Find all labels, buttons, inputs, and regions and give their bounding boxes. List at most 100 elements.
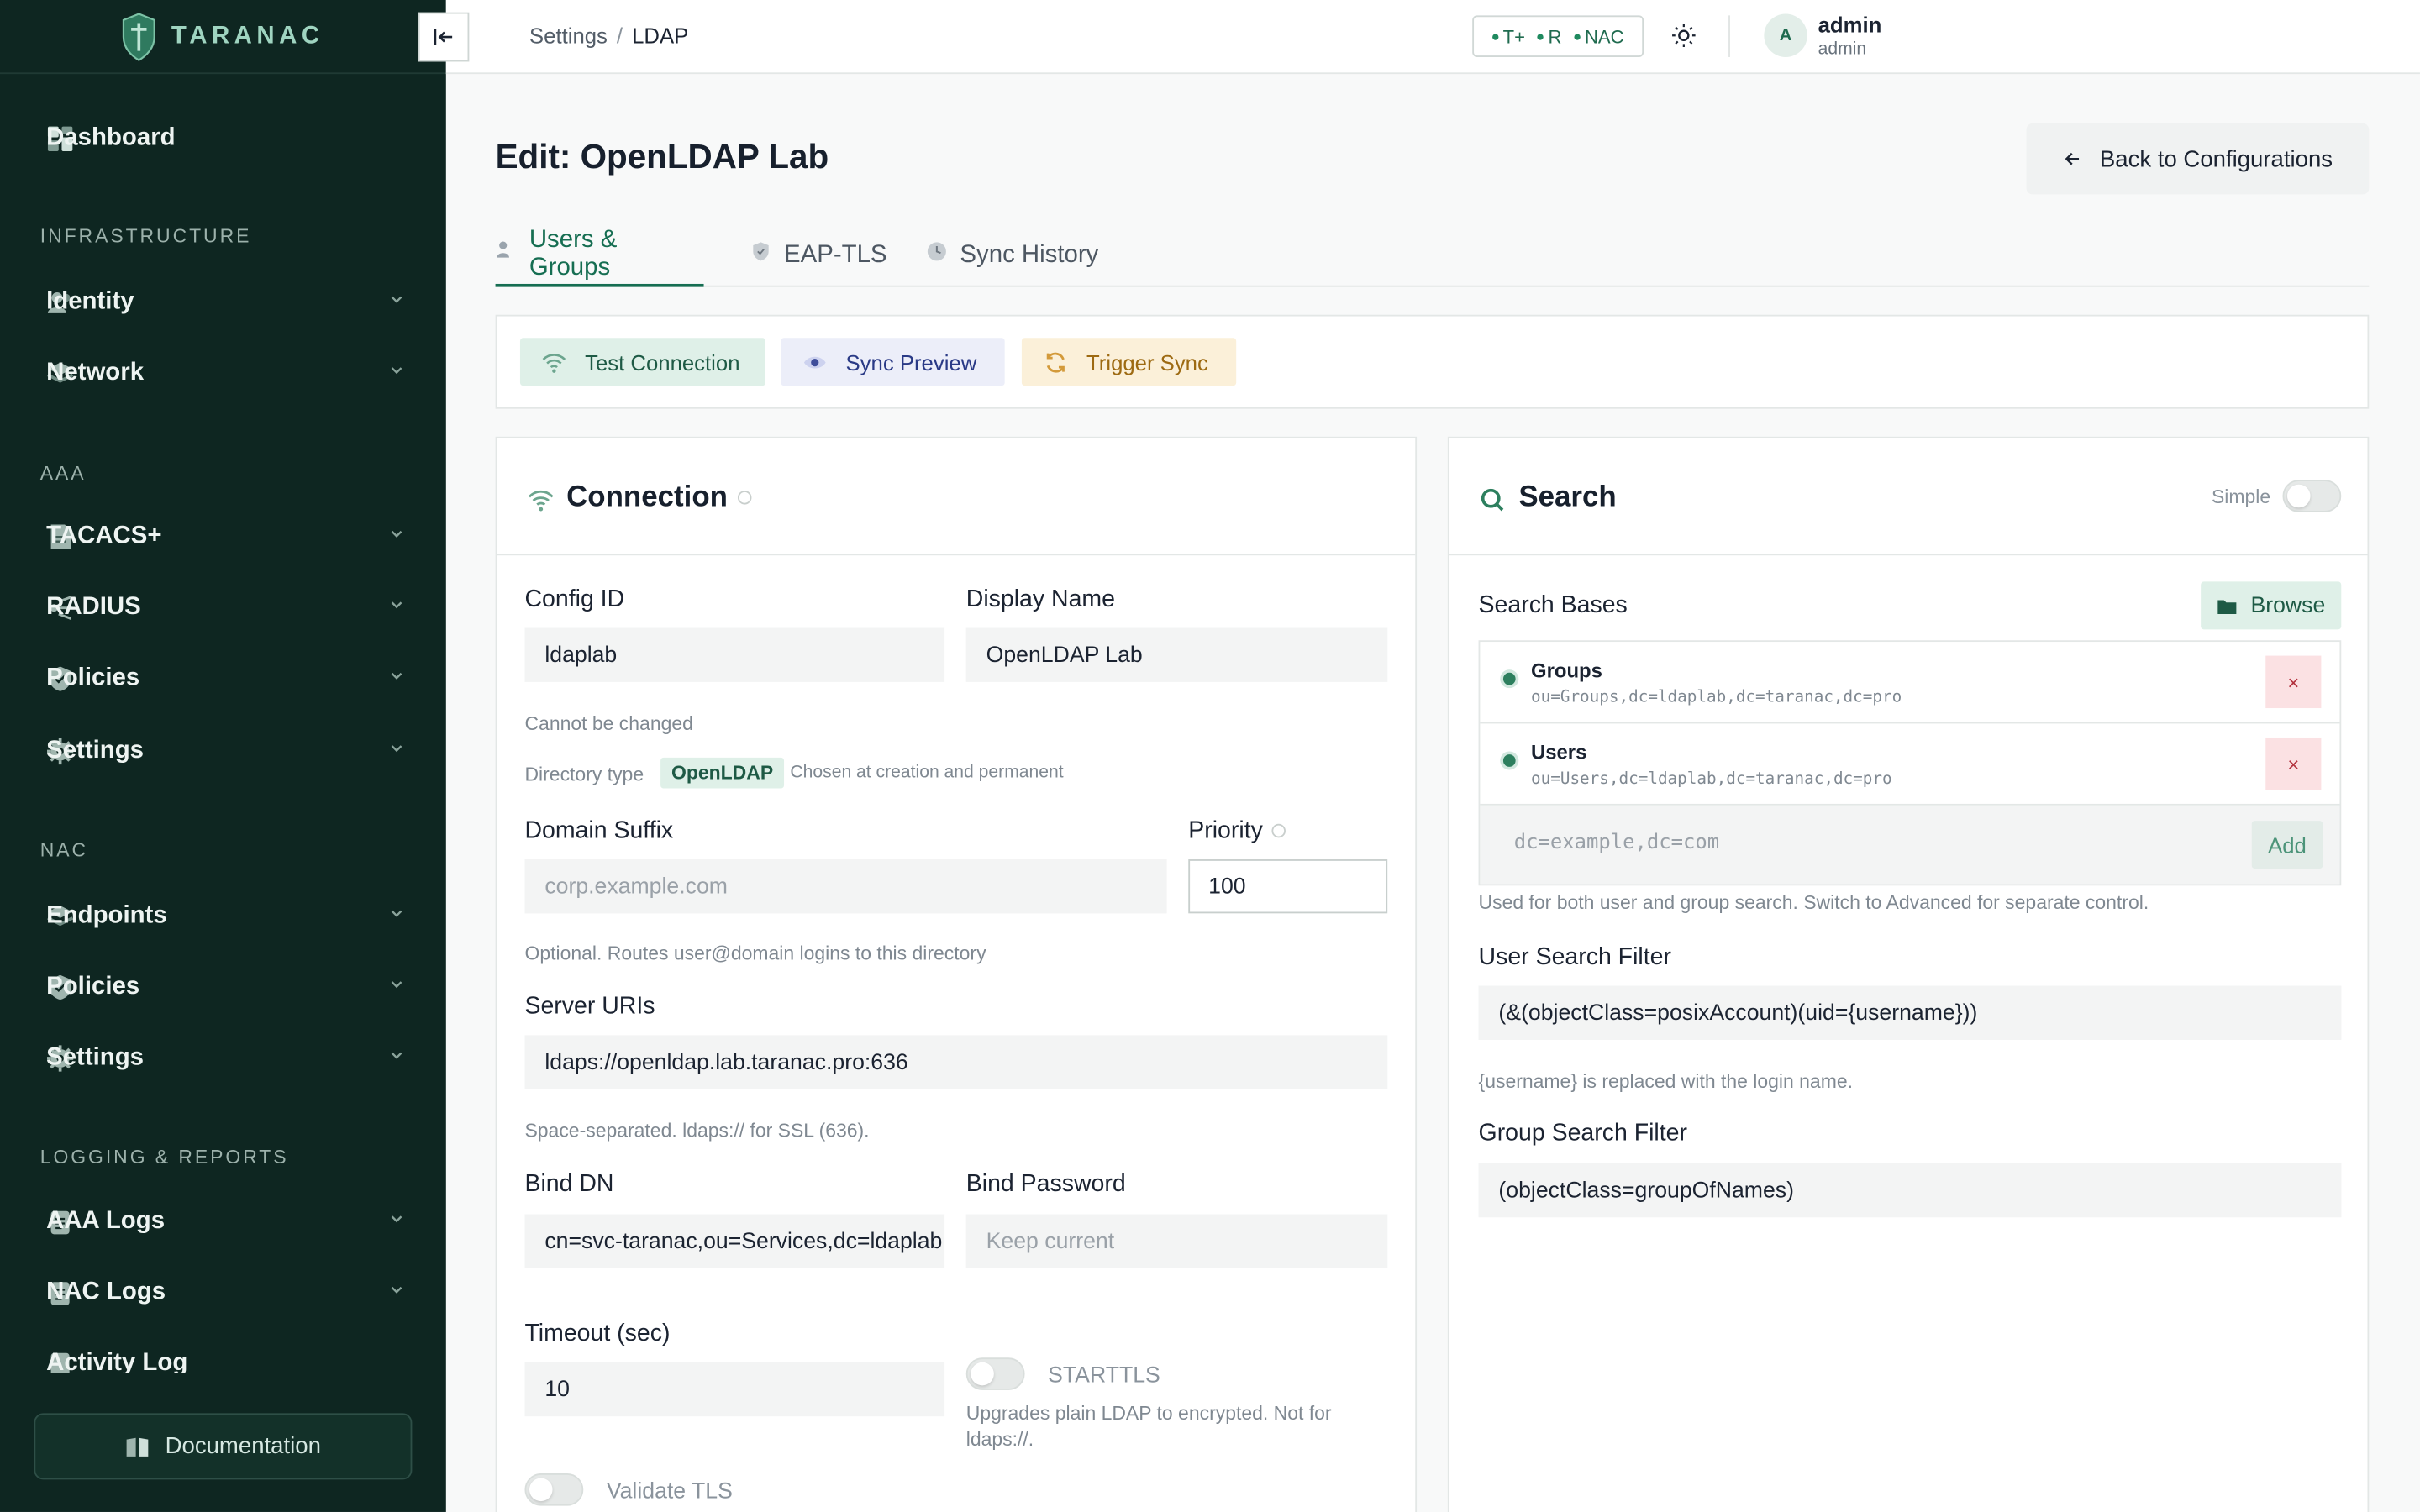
search-mode-toggle[interactable] xyxy=(2282,480,2342,512)
test-connection-label: Test Connection xyxy=(585,349,740,375)
protocol-label: T+ xyxy=(1502,25,1525,48)
breadcrumb-current: LDAP xyxy=(632,23,689,48)
book-icon xyxy=(126,1436,149,1456)
sidebar-item-nac-logs[interactable]: NAC Logs xyxy=(22,1262,426,1323)
bind-password-field[interactable]: Keep current xyxy=(965,1214,1388,1268)
priority-label-text: Priority xyxy=(1188,817,1263,844)
sidebar-item-label: Policies xyxy=(46,664,140,691)
sidebar-item-label: Activity Log xyxy=(46,1350,188,1373)
sidebar-item-label: RADIUS xyxy=(46,594,141,621)
user-name: admin xyxy=(1818,12,1882,38)
protocol-label: NAC xyxy=(1584,25,1624,48)
status-dot xyxy=(1574,34,1581,41)
brand-name: TARANAC xyxy=(171,22,324,49)
info-icon[interactable] xyxy=(1271,824,1286,839)
page-title: Edit: OpenLDAP Lab xyxy=(495,137,829,176)
sidebar-item-nac-policies[interactable]: Policies xyxy=(22,957,426,1018)
sidebar-item-label: Settings xyxy=(46,1044,145,1071)
tab-label: Users & Groups xyxy=(529,226,618,281)
sidebar-item-label: AAA Logs xyxy=(46,1208,166,1235)
timeout-label: Timeout (sec) xyxy=(524,1320,671,1347)
server-uris-hint: Space-separated. ldaps:// for SSL (636). xyxy=(524,1120,870,1142)
domain-suffix-label: Domain Suffix xyxy=(524,817,674,844)
validate-tls-toggle[interactable] xyxy=(524,1473,584,1506)
sidebar-item-aaa-policies[interactable]: Policies xyxy=(22,648,426,709)
protocol-status-badge: T+ R NAC xyxy=(1472,15,1644,57)
sidebar-item-label: Policies xyxy=(46,973,140,1000)
user-filter-hint: {username} is replaced with the login na… xyxy=(1478,1070,1853,1093)
arrow-left-icon xyxy=(2064,152,2079,165)
sidebar-item-aaa-settings[interactable]: Settings xyxy=(22,721,426,782)
group-filter-field[interactable]: (objectClass=groupOfNames) xyxy=(1478,1163,2342,1218)
shield-logo-icon xyxy=(122,12,155,60)
server-uris-field[interactable]: ldaps://openldap.lab.taranac.pro:636 xyxy=(524,1035,1388,1089)
sidebar-item-activity-log[interactable]: Activity Log xyxy=(22,1333,426,1373)
remove-search-base-button[interactable]: × xyxy=(2265,737,2322,790)
browse-button[interactable]: Browse xyxy=(2201,581,2342,630)
search-card-header: Search Simple xyxy=(1449,438,2368,556)
sidebar-item-label: Endpoints xyxy=(46,902,167,929)
tab-label: Sync History xyxy=(960,242,1099,269)
breadcrumb-settings[interactable]: Settings xyxy=(529,24,608,48)
documentation-button[interactable]: Documentation xyxy=(34,1413,413,1480)
sidebar-item-aaa-logs[interactable]: AAA Logs xyxy=(22,1191,426,1252)
wifi-icon xyxy=(542,353,566,373)
test-connection-button[interactable]: Test Connection xyxy=(519,338,766,386)
display-name-field[interactable]: OpenLDAP Lab xyxy=(965,627,1388,682)
info-icon[interactable] xyxy=(737,491,751,506)
section-logging: LOGGING & REPORTS xyxy=(39,1146,289,1168)
config-id-field[interactable]: ldaplab xyxy=(524,627,945,682)
shield-check-icon xyxy=(753,242,769,261)
remove-search-base-button[interactable]: × xyxy=(2265,655,2322,709)
sidebar-item-label: NAC Logs xyxy=(46,1278,166,1305)
bind-dn-label: Bind DN xyxy=(524,1171,614,1198)
timeout-field[interactable]: 10 xyxy=(524,1362,945,1417)
sync-preview-button[interactable]: Sync Preview xyxy=(781,338,1005,386)
sidebar: TARANAC Dashboard INFRASTRUCTURE Identit… xyxy=(0,0,446,1512)
tab-users-groups[interactable]: Users & Groups xyxy=(495,225,704,287)
user-filter-field[interactable]: (&(objectClass=posixAccount)(uid={userna… xyxy=(1478,985,2342,1040)
search-base-dn: ou=Users,dc=ldaplab,dc=taranac,dc=pro xyxy=(1531,769,1892,789)
sidebar-item-identity[interactable]: Identity xyxy=(22,271,426,333)
sidebar-item-network[interactable]: Network xyxy=(22,343,426,404)
protocol-radius: R xyxy=(1537,25,1561,47)
directory-type-hint: Chosen at creation and permanent xyxy=(790,764,1064,783)
sun-icon xyxy=(1672,24,1696,48)
bind-password-label: Bind Password xyxy=(965,1171,1126,1198)
refresh-icon xyxy=(1046,351,1065,372)
directory-type-label: Directory type xyxy=(524,764,644,785)
sidebar-item-dashboard[interactable]: Dashboard xyxy=(22,108,426,170)
sidebar-item-nac-settings[interactable]: Settings xyxy=(22,1027,426,1089)
topbar: Settings / LDAP T+ R NAC A admin admin xyxy=(418,0,2420,75)
collapse-sidebar-button[interactable] xyxy=(418,12,470,62)
section-nac: NAC xyxy=(39,839,89,861)
sidebar-item-tacacs[interactable]: TACACS+ xyxy=(22,506,426,567)
sidebar-item-radius[interactable]: RADIUS xyxy=(22,577,426,638)
search-base-name: Users xyxy=(1531,740,1587,764)
tab-sync-history[interactable]: Sync History xyxy=(926,225,1111,286)
theme-toggle-button[interactable] xyxy=(1667,18,1701,52)
bind-dn-field[interactable]: cn=svc-taranac,ou=Services,dc=ldaplab,dc… xyxy=(524,1214,945,1268)
domain-suffix-field[interactable]: corp.example.com xyxy=(524,859,1167,914)
starttls-toggle[interactable] xyxy=(965,1357,1025,1390)
connection-title: Connection xyxy=(566,481,751,515)
chevron-down-icon xyxy=(391,1215,402,1223)
back-to-configurations-button[interactable]: Back to Configurations xyxy=(2026,123,2370,195)
protocol-nac: NAC xyxy=(1574,25,1624,48)
tab-label: EAP-TLS xyxy=(784,242,887,269)
sidebar-scroll-clip: Activity Log xyxy=(0,1333,446,1373)
priority-field[interactable]: 100 xyxy=(1188,859,1388,914)
search-base-input[interactable]: dc=example,dc=com xyxy=(1514,832,1719,855)
chevron-down-icon xyxy=(391,367,402,375)
section-aaa: AAA xyxy=(39,463,87,485)
avatar[interactable]: A xyxy=(1764,13,1807,57)
users-icon xyxy=(497,241,510,258)
search-base-name: Groups xyxy=(1531,659,1602,682)
actions-panel: Test Connection Sync Preview Trigger Syn… xyxy=(495,314,2370,409)
add-search-base-button[interactable]: Add xyxy=(2251,821,2323,869)
search-bases-label: Search Bases xyxy=(1478,592,1628,619)
tab-eap-tls[interactable]: EAP-TLS xyxy=(750,225,889,286)
trigger-sync-button[interactable]: Trigger Sync xyxy=(1021,338,1237,386)
breadcrumb-separator: / xyxy=(616,23,623,48)
sidebar-item-endpoints[interactable]: Endpoints xyxy=(22,885,426,947)
